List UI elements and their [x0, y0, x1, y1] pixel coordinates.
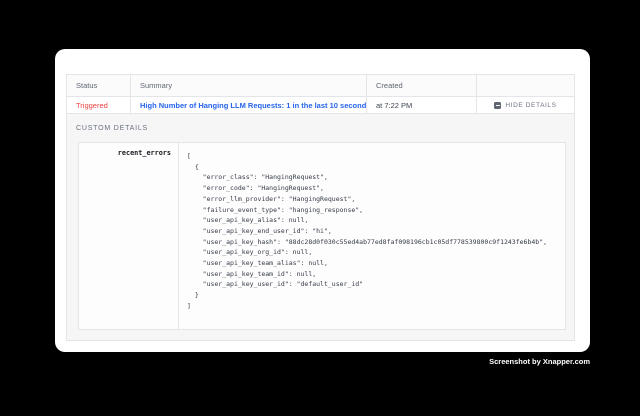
table-header-row: Status Summary Created — [67, 75, 574, 97]
recent-errors-json: [ { "error_class": "HangingRequest", "er… — [179, 143, 565, 329]
alert-summary-link[interactable]: High Number of Hanging LLM Requests: 1 i… — [140, 101, 367, 110]
custom-details-section: CUSTOM DETAILS recent_errors [ { "error_… — [67, 114, 574, 340]
column-header-actions — [477, 75, 574, 96]
alert-details-card: Status Summary Created Triggered High Nu… — [55, 49, 590, 352]
column-header-status: Status — [67, 75, 131, 96]
hide-details-button[interactable]: HIDE DETAILS — [494, 102, 556, 109]
column-header-summary: Summary — [131, 75, 367, 96]
status-badge: Triggered — [67, 97, 131, 113]
alert-table-row: Triggered High Number of Hanging LLM Req… — [67, 97, 574, 114]
recent-errors-box: recent_errors [ { "error_class": "Hangin… — [78, 142, 566, 330]
minus-square-icon — [494, 102, 501, 109]
recent-errors-label: recent_errors — [79, 143, 179, 329]
created-timestamp: at 7:22 PM — [367, 97, 477, 113]
column-header-created: Created — [367, 75, 477, 96]
screenshot-canvas: Status Summary Created Triggered High Nu… — [0, 0, 640, 416]
custom-details-title: CUSTOM DETAILS — [76, 125, 148, 132]
hide-details-label: HIDE DETAILS — [505, 102, 556, 109]
alerts-table-panel: Status Summary Created Triggered High Nu… — [66, 74, 575, 341]
xnapper-watermark: Screenshot by Xnapper.com — [489, 357, 590, 366]
